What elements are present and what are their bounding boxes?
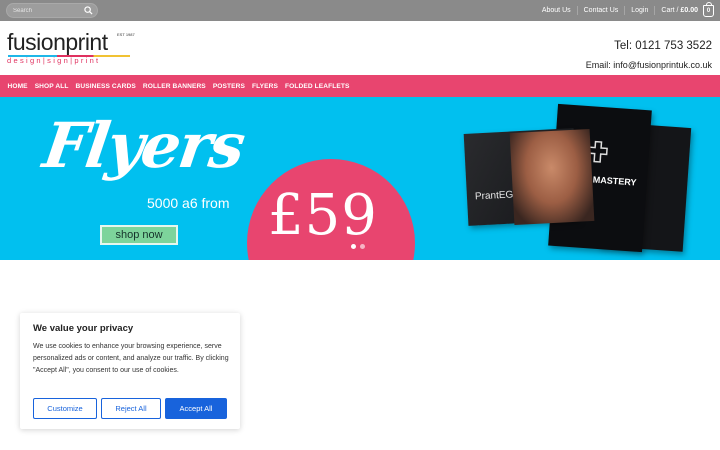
- reject-all-button[interactable]: Reject All: [101, 398, 161, 419]
- cart-total: £0.00: [680, 7, 698, 14]
- search-input[interactable]: [13, 5, 85, 17]
- phone-number[interactable]: Tel: 0121 753 3522: [614, 40, 712, 52]
- cookie-consent-banner: We value your privacy We use cookies to …: [20, 313, 240, 429]
- site-header: fusionprint EST 1987 design|sign|print T…: [0, 21, 720, 75]
- nav-item-flyers[interactable]: FLYERS: [249, 83, 282, 90]
- main-nav: HOME SHOP ALL BUSINESS CARDS ROLLER BANN…: [0, 75, 720, 97]
- slider-dot[interactable]: [351, 244, 356, 249]
- cart-icon[interactable]: 0: [703, 1, 714, 17]
- hero-banner[interactable]: Flyers 5000 a6 from shop now £59 MASTERY…: [0, 97, 720, 260]
- flyer-a-text: PrantEG: [474, 189, 514, 203]
- logo-tagline: design|sign|print: [7, 56, 101, 65]
- nav-item-folded-leaflets[interactable]: FOLDED LEAFLETS: [282, 83, 354, 90]
- cookie-title: We value your privacy: [33, 323, 134, 334]
- nav-item-roller-banners[interactable]: ROLLER BANNERS: [139, 83, 209, 90]
- top-links: About Us Contact Us Login Cart / £0.00 0: [536, 0, 714, 21]
- logo-underline: [8, 55, 130, 57]
- cart-label: Cart /: [661, 7, 679, 14]
- slider-dots: [351, 244, 365, 249]
- about-us-link[interactable]: About Us: [536, 7, 577, 14]
- contact-us-link[interactable]: Contact Us: [578, 7, 625, 14]
- hero-price: £59: [268, 183, 378, 248]
- accept-all-button[interactable]: Accept All: [165, 398, 227, 419]
- search-icon[interactable]: [84, 6, 93, 15]
- nav-item-posters[interactable]: POSTERS: [209, 83, 248, 90]
- cart-link[interactable]: Cart / £0.00: [655, 7, 700, 14]
- email-address[interactable]: Email: info@fusionprintuk.co.uk: [586, 60, 712, 70]
- customize-button[interactable]: Customize: [33, 398, 97, 419]
- slider-dot[interactable]: [360, 244, 365, 249]
- login-link[interactable]: Login: [625, 7, 654, 14]
- shop-now-button[interactable]: shop now: [100, 225, 178, 245]
- hero-title: Flyers: [38, 109, 248, 182]
- flyer-b-text: MASTERY: [592, 174, 637, 188]
- top-bar: About Us Contact Us Login Cart / £0.00 0: [0, 0, 720, 21]
- hero-subtitle: 5000 a6 from: [147, 195, 230, 211]
- cookie-body: We use cookies to enhance your browsing …: [33, 343, 229, 374]
- logo[interactable]: fusionprint EST 1987 design|sign|print: [7, 31, 137, 67]
- search-box[interactable]: [6, 3, 98, 18]
- model-portrait: [509, 128, 595, 226]
- logo-est: EST 1987: [117, 32, 135, 37]
- cart-count: 0: [706, 7, 711, 14]
- nav-item-home[interactable]: HOME: [4, 83, 31, 90]
- nav-item-shop-all[interactable]: SHOP ALL: [31, 83, 72, 90]
- nav-item-business-cards[interactable]: BUSINESS CARDS: [72, 83, 139, 90]
